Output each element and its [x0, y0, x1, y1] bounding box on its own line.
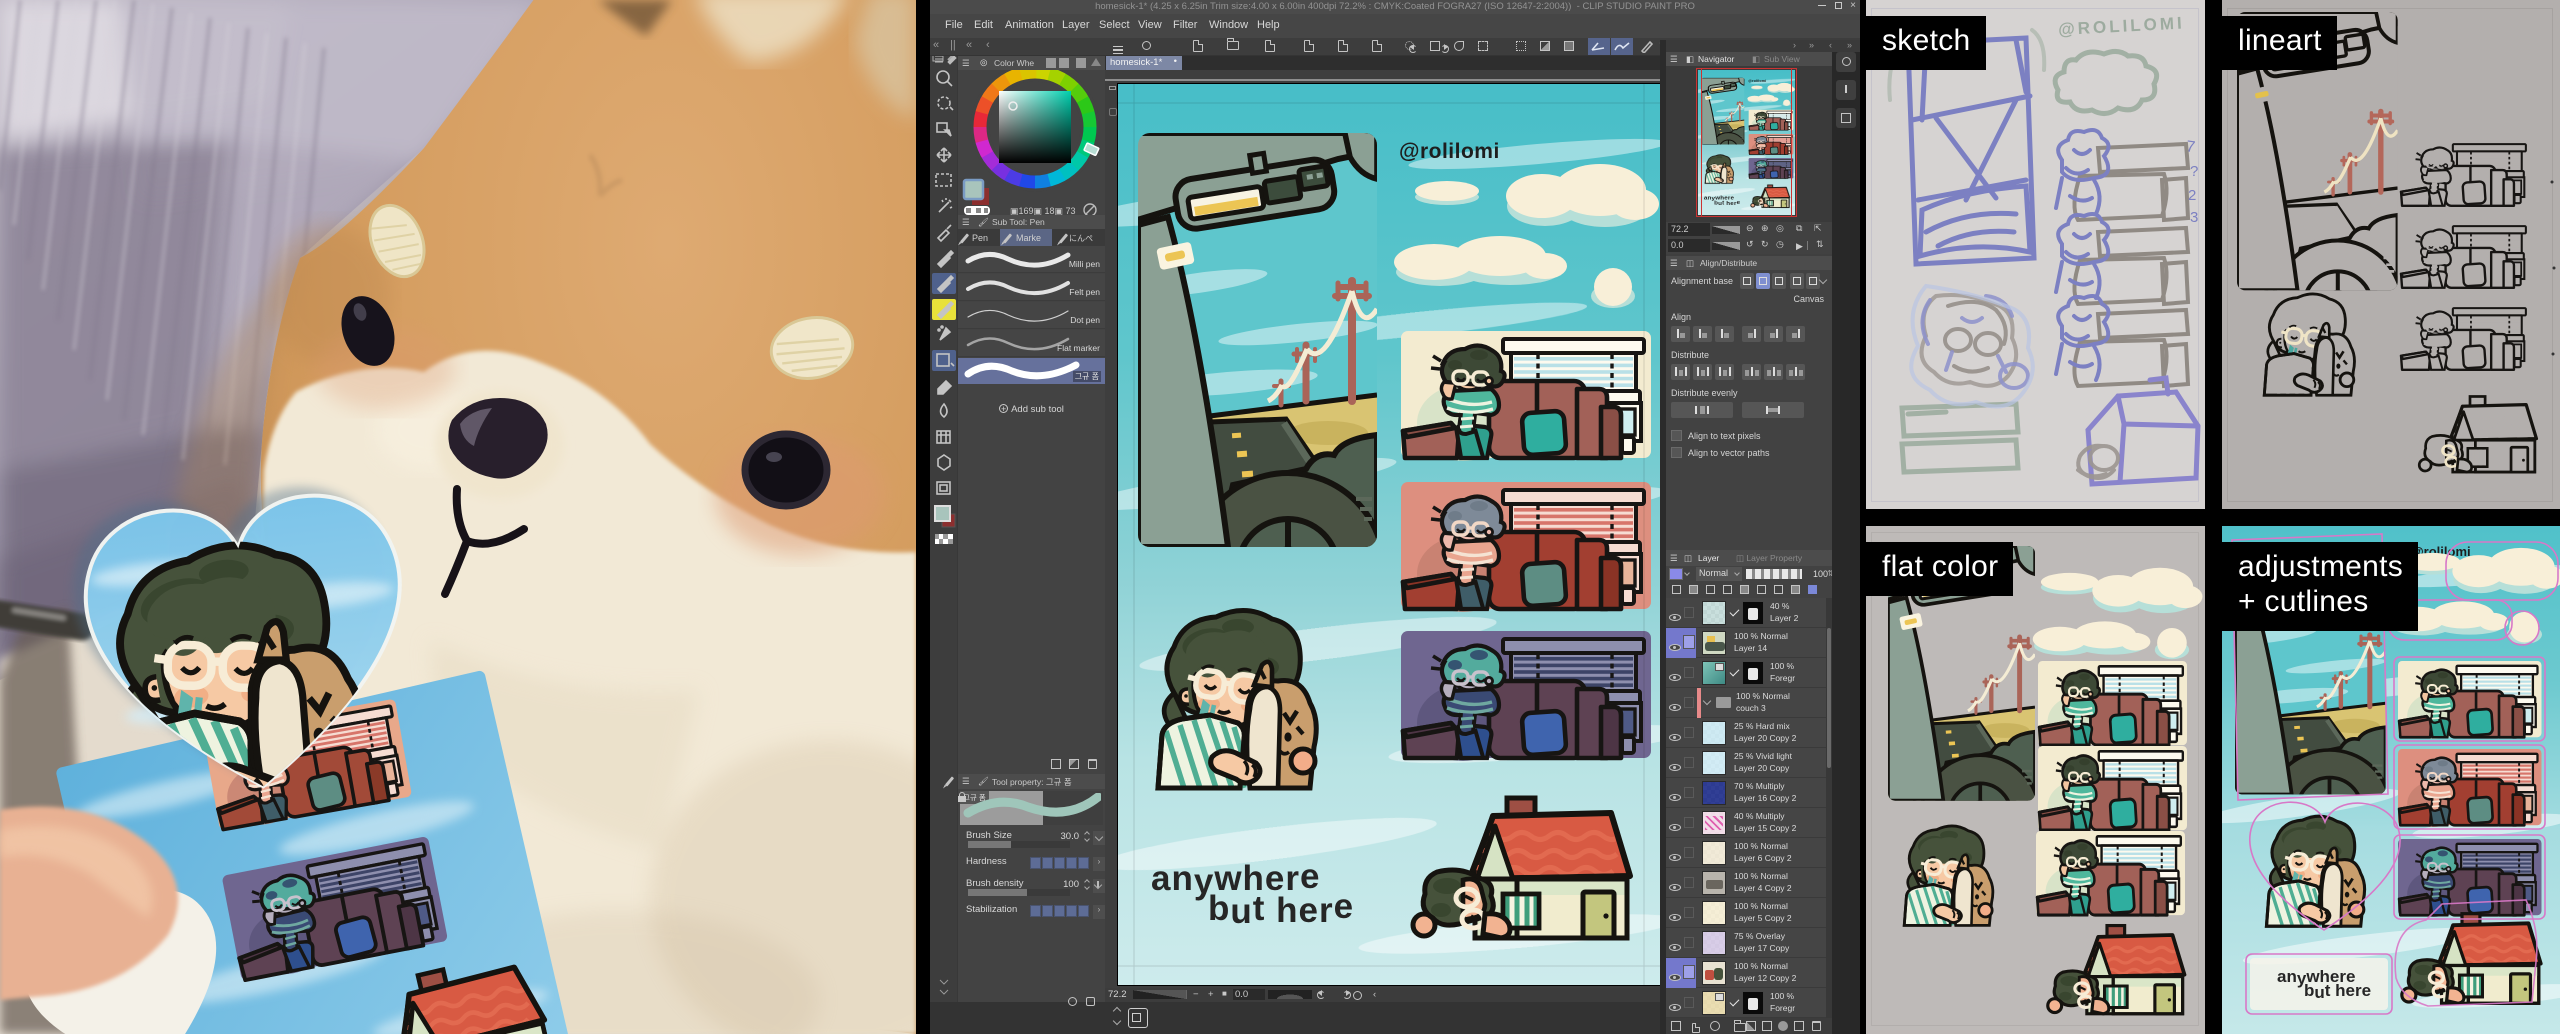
svg-text:but here: but here — [2304, 981, 2371, 1002]
svg-text:@ROLILOMI: @ROLILOMI — [2058, 13, 2186, 39]
svg-text:7: 7 — [2185, 138, 2196, 156]
svg-text:2: 2 — [2188, 187, 2196, 204]
svg-text:3: 3 — [2190, 209, 2198, 226]
svg-text:?: ? — [2190, 163, 2198, 180]
